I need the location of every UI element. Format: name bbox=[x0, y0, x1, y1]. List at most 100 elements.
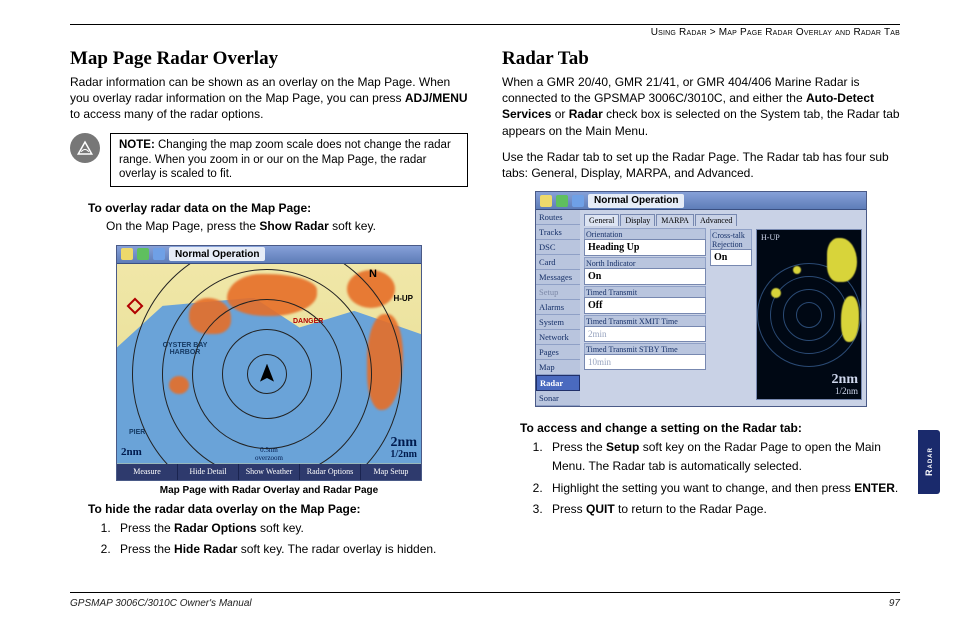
list-item: Highlight the setting you want to change… bbox=[546, 479, 900, 498]
scope-return bbox=[841, 296, 859, 342]
overlay-heading: To overlay radar data on the Map Page: bbox=[88, 201, 468, 215]
sidetab-dsc[interactable]: DSC bbox=[536, 240, 580, 255]
setup-window: Normal Operation Routes Tracks DSC Card … bbox=[535, 191, 867, 407]
footer-manual-title: GPSMAP 3006C/3010C Owner's Manual bbox=[70, 598, 252, 609]
header-rule bbox=[70, 24, 900, 25]
sidetab-network[interactable]: Network bbox=[536, 330, 580, 345]
titlebar-icon bbox=[556, 195, 568, 207]
sidetab-setup[interactable]: Setup bbox=[536, 285, 580, 300]
softkey-hide-detail[interactable]: Hide Detail bbox=[178, 464, 239, 480]
subtabs: General Display MARPA Advanced bbox=[584, 214, 706, 226]
figure-caption: Map Page with Radar Overlay and Radar Pa… bbox=[116, 485, 422, 496]
setup-titlebar: Normal Operation bbox=[536, 192, 866, 210]
value-crosstalk[interactable]: On bbox=[710, 249, 752, 266]
hide-steps: Press the Radar Options soft key. Press … bbox=[114, 519, 468, 559]
label-stby-time: Timed Transmit STBY Time bbox=[584, 343, 706, 354]
setup-panel: General Display MARPA Advanced Orientati… bbox=[580, 210, 866, 406]
titlebar-icon bbox=[121, 248, 133, 260]
map-titlebar: Normal Operation bbox=[117, 246, 421, 264]
right-column: Radar Tab When a GMR 20/40, GMR 21/41, o… bbox=[502, 48, 900, 571]
label-north-indicator: North Indicator bbox=[584, 257, 706, 268]
subtab-display[interactable]: Display bbox=[620, 214, 655, 226]
heading-radar-tab: Radar Tab bbox=[502, 48, 900, 70]
radar-scope: H-UP 2nm 1/2nm bbox=[756, 229, 862, 400]
crosstalk-column: Cross-talk Rejection On bbox=[710, 214, 752, 400]
overlay-body: On the Map Page, press the Show Radar so… bbox=[106, 218, 468, 234]
map-title: Normal Operation bbox=[169, 247, 265, 261]
radar-intro: When a GMR 20/40, GMR 21/41, or GMR 404/… bbox=[502, 74, 900, 139]
titlebar-icon bbox=[137, 248, 149, 260]
softkey-radar-options[interactable]: Radar Options bbox=[300, 464, 361, 480]
heading-map-overlay: Map Page Radar Overlay bbox=[70, 48, 468, 70]
map-window: Normal Operation OYSTER BAY HARBOR DANGE… bbox=[116, 245, 422, 481]
breadcrumb-section: Using Radar bbox=[651, 27, 707, 38]
sidetab-pages[interactable]: Pages bbox=[536, 345, 580, 360]
sidetab-map[interactable]: Map bbox=[536, 360, 580, 375]
footer-page-number: 97 bbox=[889, 598, 900, 609]
subtab-general[interactable]: General bbox=[584, 214, 619, 226]
note-row: NOTE: Changing the map zoom scale does n… bbox=[70, 133, 468, 188]
adj-menu-key: ADJ/MENU bbox=[405, 91, 468, 105]
list-item: Press the Hide Radar soft key. The radar… bbox=[114, 540, 468, 559]
value-xmit-time[interactable]: 2min bbox=[584, 326, 706, 342]
value-north-indicator[interactable]: On bbox=[584, 268, 706, 285]
value-stby-time[interactable]: 10min bbox=[584, 354, 706, 370]
setup-form: General Display MARPA Advanced Orientati… bbox=[584, 214, 706, 400]
setup-body: Routes Tracks DSC Card Messages Setup Al… bbox=[536, 210, 866, 406]
titlebar-icon bbox=[572, 195, 584, 207]
sidetab-messages[interactable]: Messages bbox=[536, 270, 580, 285]
value-orientation[interactable]: Heading Up bbox=[584, 239, 706, 256]
access-heading: To access and change a setting on the Ra… bbox=[520, 421, 900, 435]
radar-scope-wrap: H-UP 2nm 1/2nm bbox=[756, 214, 862, 400]
pier-label: PIER bbox=[129, 429, 145, 436]
map-scale-left: 2nm bbox=[121, 446, 142, 458]
label-xmit-time: Timed Transmit XMIT Time bbox=[584, 315, 706, 326]
hide-heading: To hide the radar data overlay on the Ma… bbox=[88, 502, 468, 516]
setup-title: Normal Operation bbox=[588, 194, 684, 208]
intro-paragraph: Radar information can be shown as an ove… bbox=[70, 74, 468, 123]
footer: GPSMAP 3006C/3010C Owner's Manual 97 bbox=[70, 598, 900, 609]
list-item: Press the Radar Options soft key. bbox=[114, 519, 468, 538]
scope-return bbox=[827, 238, 857, 282]
scope-hup-label: H-UP bbox=[761, 233, 780, 242]
label-orientation: Orientation bbox=[584, 228, 706, 239]
north-indicator: N bbox=[369, 268, 377, 280]
radar-subtabs-paragraph: Use the Radar tab to set up the Radar Pa… bbox=[502, 149, 900, 181]
note-icon bbox=[70, 133, 100, 163]
sidetab-system[interactable]: System bbox=[536, 315, 580, 330]
sidetab-card[interactable]: Card bbox=[536, 255, 580, 270]
titlebar-icon bbox=[153, 248, 165, 260]
footer-rule bbox=[70, 592, 900, 593]
map-canvas: OYSTER BAY HARBOR DANGER N H-UP PIER bbox=[117, 264, 421, 464]
label-crosstalk: Cross-talk Rejection bbox=[710, 229, 752, 249]
value-timed-transmit[interactable]: Off bbox=[584, 297, 706, 314]
figure-map-page: Normal Operation OYSTER BAY HARBOR DANGE… bbox=[116, 245, 422, 496]
heading-up-label: H-UP bbox=[393, 294, 413, 303]
sidetab-routes[interactable]: Routes bbox=[536, 210, 580, 225]
list-item: Press the Setup soft key on the Radar Pa… bbox=[546, 438, 900, 476]
list-item: Press QUIT to return to the Radar Page. bbox=[546, 500, 900, 519]
softkey-show-weather[interactable]: Show Weather bbox=[239, 464, 300, 480]
titlebar-icon bbox=[540, 195, 552, 207]
map-scale-center: 0.5nm overzoom bbox=[255, 446, 283, 462]
left-column: Map Page Radar Overlay Radar information… bbox=[70, 48, 468, 571]
sidetab-tracks[interactable]: Tracks bbox=[536, 225, 580, 240]
sidetab-sonar[interactable]: Sonar bbox=[536, 391, 580, 406]
side-tabs: Routes Tracks DSC Card Messages Setup Al… bbox=[536, 210, 580, 406]
breadcrumb-page: Map Page Radar Overlay and Radar Tab bbox=[719, 27, 900, 38]
breadcrumb: Using Radar > Map Page Radar Overlay and… bbox=[70, 27, 900, 38]
map-scale-right: 2nm 1/2nm bbox=[390, 436, 417, 460]
softkey-bar: Measure Hide Detail Show Weather Radar O… bbox=[117, 464, 421, 480]
label-timed-transmit: Timed Transmit bbox=[584, 286, 706, 297]
note-box: NOTE: Changing the map zoom scale does n… bbox=[110, 133, 468, 188]
section-tab-radar: Radar bbox=[918, 430, 940, 494]
softkey-measure[interactable]: Measure bbox=[117, 464, 178, 480]
softkey-map-setup[interactable]: Map Setup bbox=[361, 464, 421, 480]
map-marker-icon bbox=[127, 297, 144, 314]
access-steps: Press the Setup soft key on the Radar Pa… bbox=[546, 438, 900, 519]
sidetab-radar[interactable]: Radar bbox=[536, 375, 580, 391]
figure-radar-tab: Normal Operation Routes Tracks DSC Card … bbox=[535, 191, 867, 407]
scope-scale: 2nm 1/2nm bbox=[832, 373, 858, 396]
subtab-marpa[interactable]: MARPA bbox=[656, 214, 694, 226]
sidetab-alarms[interactable]: Alarms bbox=[536, 300, 580, 315]
